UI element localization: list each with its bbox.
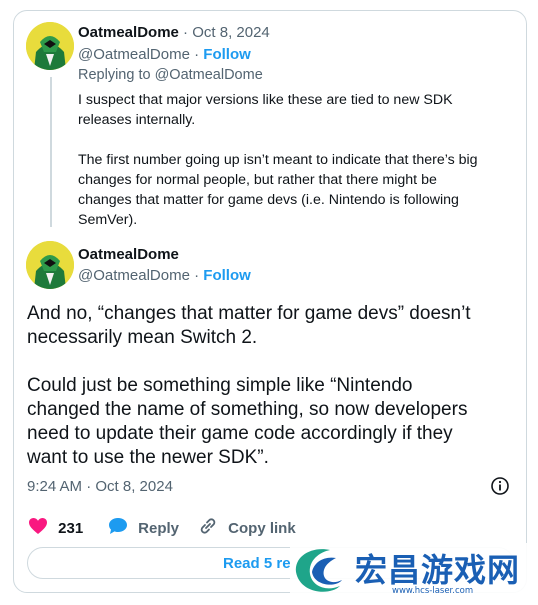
- reply-action[interactable]: Reply: [108, 517, 179, 539]
- handle-row: @OatmealDome · Follow: [78, 267, 251, 284]
- reply-label: Reply: [138, 519, 180, 537]
- reply-header: OatmealDome · Oct 8, 2024: [78, 24, 270, 41]
- separator: ·: [194, 267, 200, 284]
- like-action[interactable]: 231: [28, 517, 83, 539]
- author-handle[interactable]: @OatmealDome: [78, 46, 190, 63]
- watermark-url: www.hcs-laser.com: [392, 586, 474, 596]
- tweet-text: And no, “changes that matter for game de…: [27, 303, 471, 468]
- avatar[interactable]: [26, 22, 74, 70]
- reply-text: I suspect that major versions like these…: [78, 92, 478, 228]
- avatar-image: [26, 22, 74, 70]
- avatar-image: [26, 241, 74, 289]
- read-replies-label: Read 5 re: [223, 555, 291, 572]
- follow-button[interactable]: Follow: [203, 267, 251, 284]
- speech-bubble-icon: [108, 518, 132, 539]
- watermark-logo-icon: [290, 542, 352, 605]
- link-icon: [198, 518, 222, 539]
- thread-connector: [50, 77, 52, 227]
- heart-icon: [28, 518, 52, 539]
- post-timestamp[interactable]: 9:24 AM · Oct 8, 2024: [27, 478, 173, 495]
- avatar[interactable]: [26, 241, 74, 289]
- copy-link-label: Copy link: [228, 519, 296, 537]
- info-icon[interactable]: [490, 476, 510, 501]
- author-handle[interactable]: @OatmealDome: [78, 267, 190, 284]
- handle-row: @OatmealDome · Follow: [78, 46, 251, 63]
- post-date[interactable]: Oct 8, 2024: [192, 24, 270, 41]
- follow-button[interactable]: Follow: [203, 46, 251, 63]
- separator: ·: [183, 24, 189, 41]
- author-name[interactable]: OatmealDome: [78, 246, 179, 263]
- author-name[interactable]: OatmealDome: [78, 24, 179, 41]
- watermark-text: 宏昌游戏网: [355, 551, 521, 589]
- replying-to[interactable]: Replying to @OatmealDome: [78, 67, 263, 83]
- like-count: 231: [58, 519, 84, 537]
- copy-link-action[interactable]: Copy link: [198, 517, 296, 539]
- main-header: OatmealDome: [78, 246, 179, 263]
- separator: ·: [194, 46, 200, 63]
